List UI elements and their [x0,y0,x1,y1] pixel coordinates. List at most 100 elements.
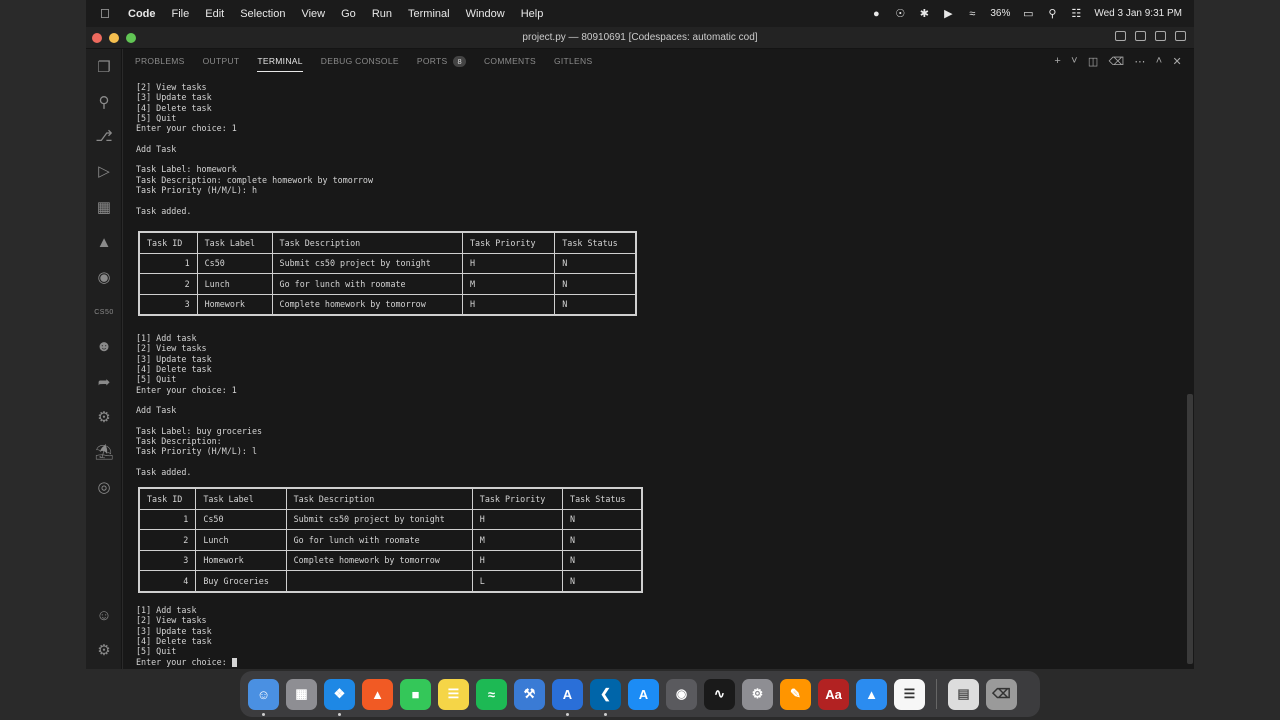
battery-percent: 36% [990,8,1011,19]
finder-icon[interactable]: ☺ [248,678,279,716]
more-actions-icon[interactable]: ⋯ [1134,55,1145,68]
battery-icon[interactable]: ▭ [1022,8,1034,20]
table-cell: N [554,252,636,274]
shield-icon[interactable]: ☉ [894,8,906,20]
brave-icon[interactable]: ▲ [362,678,393,710]
menu-view[interactable]: View [301,8,325,20]
table-cell: Complete homework by tomorrow [271,293,463,315]
app-store-icon[interactable]: A [628,678,659,710]
trash-bin-icon[interactable]: ⌫ [986,678,1017,710]
trash-icon[interactable]: ⌫ [1109,55,1125,68]
tab-output[interactable]: OUTPUT [203,49,240,73]
task-table-2: Task ID Task Label Task Description Task Pr… [138,487,643,593]
spotlight-icon[interactable]: ⚲ [1046,8,1058,20]
safari-icon[interactable]: ❖ [324,678,355,716]
menu-help[interactable]: Help [521,8,544,20]
menu-go[interactable]: Go [341,8,356,20]
toggle-secondary-sidebar-icon[interactable] [1155,31,1166,41]
split-terminal-icon[interactable]: ◫ [1088,55,1099,68]
extensions-icon[interactable]: ▦ [94,197,114,217]
duck-icon[interactable]: ☻ [94,336,114,356]
tab-comments[interactable]: COMMENTS [484,49,536,73]
tab-ports[interactable]: PORTS 8 [417,49,466,73]
menu-selection[interactable]: Selection [240,8,285,20]
terminal-line: Task Priority (H/M/L): l [136,446,258,457]
terminal-prompt-line: Enter your choice: [136,657,237,668]
system-settings-icon[interactable]: ⚙ [742,678,773,710]
table-cell: Go for lunch with roomate [285,529,473,551]
clock[interactable]: Wed 3 Jan 9:31 PM [1094,8,1182,19]
terminal-output[interactable]: [2] View tasks [3] Update task [4] Delete … [136,82,1176,668]
record-icon[interactable]: ● [870,8,882,20]
facetime-icon[interactable]: ■ [400,678,431,710]
maximize-window-button[interactable] [126,32,136,43]
terminal-line: Add Task [136,405,177,416]
menu-file[interactable]: File [172,8,190,20]
dictionary-icon[interactable]: Aa [818,678,849,710]
panel-actions: + ˅ ◫ ⌫ ⋯ ˄ ✕ [1054,55,1182,68]
tab-terminal[interactable]: TERMINAL [257,49,304,73]
app-menu[interactable]: Code [128,8,156,20]
menu-window[interactable]: Window [466,8,505,20]
remote-explorer-icon[interactable]: ➦ [94,372,114,392]
wifi-icon[interactable]: ≈ [966,8,978,20]
new-terminal-icon[interactable]: + [1054,55,1061,68]
source-control-icon[interactable]: ⎇ [94,126,114,146]
play-icon[interactable]: ▶ [942,8,954,20]
menu-edit[interactable]: Edit [205,8,224,20]
tab-gitlens[interactable]: GITLENS [554,49,592,73]
tab-debug-console[interactable]: DEBUG CONSOLE [321,49,399,73]
customize-layout-icon[interactable] [1175,31,1186,41]
table-header-row: Task ID Task Label Task Description Task Pr… [138,488,642,510]
minimize-window-button[interactable] [109,32,119,43]
toggle-panel-icon[interactable] [1135,31,1146,41]
terminal-line: Task Priority (H/M/L): h [136,185,258,195]
close-window-button[interactable] [92,32,102,43]
control-center-icon[interactable]: ☷ [1070,8,1082,20]
table-cell: Submit cs50 project by tonight [285,508,473,530]
github-icon[interactable]: ◉ [94,267,114,287]
maximize-panel-icon[interactable]: ˄ [1156,55,1163,68]
simulator-icon[interactable]: ◉ [666,678,697,710]
table-cell: Complete homework by tomorrow [285,549,473,571]
table-header-cell: Task Priority [461,232,556,254]
manage-gear-icon[interactable]: ⚙ [94,640,114,660]
live-share-icon[interactable]: ⚙ [94,407,114,427]
search-icon[interactable]: ⚲ [94,92,114,112]
chevron-down-icon[interactable]: ˅ [1071,55,1078,68]
run-debug-icon[interactable]: ▷ [94,161,114,181]
table-header-row: Task ID Task Label Task Description Task Pr… [139,232,636,254]
accounts-icon[interactable]: ☺ [94,605,114,625]
menu-run[interactable]: Run [372,8,392,20]
spotify-icon[interactable]: ≈ [476,678,507,710]
testing-icon[interactable]: ▲ [94,232,114,252]
notes-icon[interactable]: ☰ [438,678,469,710]
layout-controls [1115,31,1186,41]
font-book-icon[interactable]: A [552,678,583,716]
keynote-icon[interactable]: ▲ [856,678,887,710]
xcode-icon[interactable]: ⚒ [514,678,545,710]
launchpad-icon[interactable]: ▦ [286,678,317,710]
table-cell: Cs50 [196,252,273,274]
menu-terminal[interactable]: Terminal [408,8,450,20]
table-cell: N [562,508,642,530]
bluetooth-icon[interactable]: ✱ [918,8,930,20]
table-cell: 3 [138,549,197,571]
table-cell: 2 [139,273,198,295]
notes-badge-icon[interactable]: ☰ [894,678,925,710]
document-icon[interactable]: ▤ [948,678,979,710]
terminal-scrollbar[interactable] [1187,394,1193,664]
table-cell: H [471,549,564,571]
docker-icon[interactable]: ⛱ [94,442,114,462]
cs50-icon[interactable]: CS50 [94,302,114,322]
table-header-cell: Task Description [285,488,473,510]
activity-monitor-icon[interactable]: ∿ [704,678,735,710]
close-panel-icon[interactable]: ✕ [1172,55,1182,68]
gitlens-icon[interactable]: ◎ [94,477,114,497]
explorer-icon[interactable]: ❐ [94,57,114,77]
tab-problems[interactable]: PROBLEMS [135,49,185,73]
toggle-sidebar-icon[interactable] [1115,31,1126,41]
apple-icon[interactable]:  [100,6,114,21]
pages-icon[interactable]: ✎ [780,678,811,710]
vscode-icon[interactable]: ❮ [590,678,621,716]
